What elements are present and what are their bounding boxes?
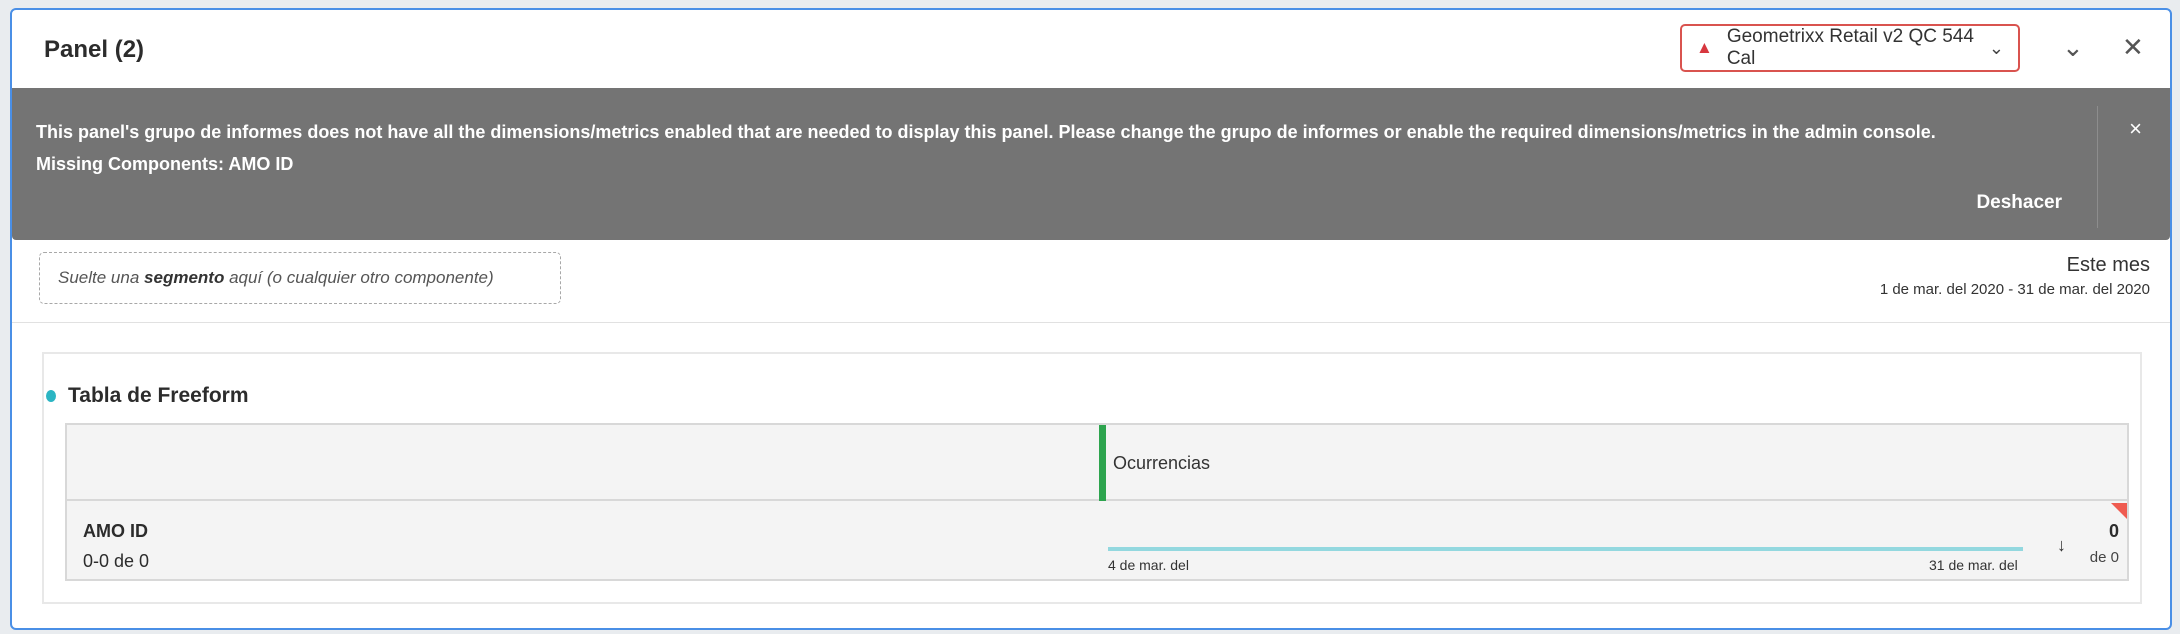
report-suite-selector[interactable]: ▲ Geometrixx Retail v2 QC 544 Cal ⌄ [1680, 24, 2020, 72]
panel-header: Panel (2) ▲ Geometrixx Retail v2 QC 544 … [12, 10, 2170, 92]
divider [2097, 106, 2098, 228]
divider [12, 322, 2170, 323]
date-range-value: 1 de mar. del 2020 - 31 de mar. del 2020 [1879, 281, 2150, 298]
dropzone-text-end: aquí (o cualquier otro componente) [229, 268, 494, 287]
date-range-label: Este mes [2066, 254, 2150, 276]
metric-column-header[interactable]: Ocurrencias [1113, 453, 1210, 474]
table-title[interactable]: Tabla de Freeform [68, 384, 249, 408]
banner-message: This panel's grupo de informes does not … [36, 116, 1936, 180]
freeform-table: Ocurrencias AMO ID 0-0 de 0 4 de mar. de… [65, 423, 2129, 581]
date-range[interactable]: Este mes 1 de mar. del 2020 - 31 de mar.… [1880, 254, 2150, 298]
undo-button[interactable]: Deshacer [1976, 192, 2062, 214]
missing-components: Missing Components: AMO ID [36, 154, 294, 174]
collapse-panel-button[interactable]: ⌄ [2062, 32, 2084, 63]
error-flag-icon [2111, 503, 2127, 519]
chevron-down-icon: ⌄ [2062, 32, 2084, 62]
sparkline [1108, 547, 2023, 551]
sparkline-start: 4 de mar. del [1108, 557, 1189, 573]
dropzone-bold: segmento [144, 268, 225, 287]
segment-dropzone[interactable]: Suelte una segmento aquí (o cualquier ot… [39, 252, 561, 304]
close-panel-button[interactable]: ✕ [2122, 32, 2144, 63]
table-header: Ocurrencias [67, 425, 2127, 501]
dropzone-text: Suelte una [58, 268, 140, 287]
close-banner-button[interactable]: × [2129, 116, 2142, 142]
sparkline-end: 31 de mar. del [1929, 557, 2018, 573]
warning-icon: ▲ [1696, 38, 1713, 57]
total-of: de 0 [2089, 549, 2119, 566]
close-icon: ✕ [2122, 32, 2144, 62]
panel-title: Panel (2) [44, 36, 145, 63]
column-drag-handle[interactable] [1099, 425, 1106, 501]
sort-arrow-icon[interactable]: ↓ [2057, 535, 2066, 556]
panel: Panel (2) ▲ Geometrixx Retail v2 QC 544 … [10, 8, 2172, 630]
warning-banner: This panel's grupo de informes does not … [12, 88, 2170, 240]
status-dot-icon [46, 390, 56, 402]
chevron-down-icon: ⌄ [1988, 37, 2004, 58]
row-count: 0-0 de 0 [83, 551, 150, 571]
banner-text: This panel's grupo de informes does not … [36, 122, 1936, 142]
dimension-label[interactable]: AMO ID [83, 521, 148, 542]
total-value: 0 [2108, 521, 2119, 541]
report-suite-label: Geometrixx Retail v2 QC 544 Cal [1726, 26, 1974, 69]
